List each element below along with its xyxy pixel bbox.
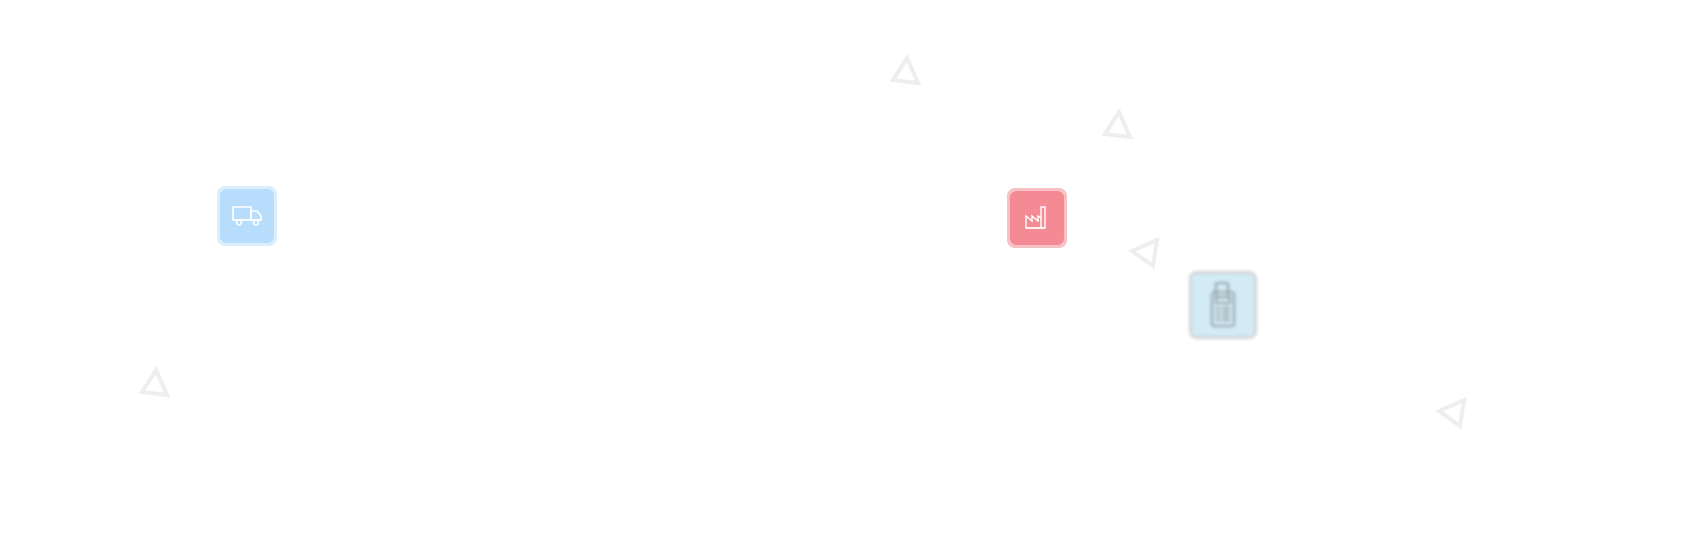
pos-terminal-icon <box>1211 282 1235 327</box>
triangle-outline-icon <box>1101 107 1134 140</box>
truck-icon <box>232 206 262 226</box>
triangle-outline-icon <box>1127 236 1160 270</box>
canvas-stage <box>0 0 1700 534</box>
triangle-outline-icon <box>138 365 171 398</box>
pos-terminal-tile-face <box>1192 274 1254 336</box>
triangle-outline-icon <box>1434 396 1467 430</box>
truck-tile <box>217 186 277 246</box>
triangle-outline-icon <box>889 53 922 86</box>
factory-tile <box>1007 188 1067 248</box>
truck-tile-face <box>220 189 274 243</box>
factory-tile-face <box>1010 191 1064 245</box>
factory-icon <box>1025 206 1046 229</box>
pos-terminal-tile <box>1189 271 1257 339</box>
